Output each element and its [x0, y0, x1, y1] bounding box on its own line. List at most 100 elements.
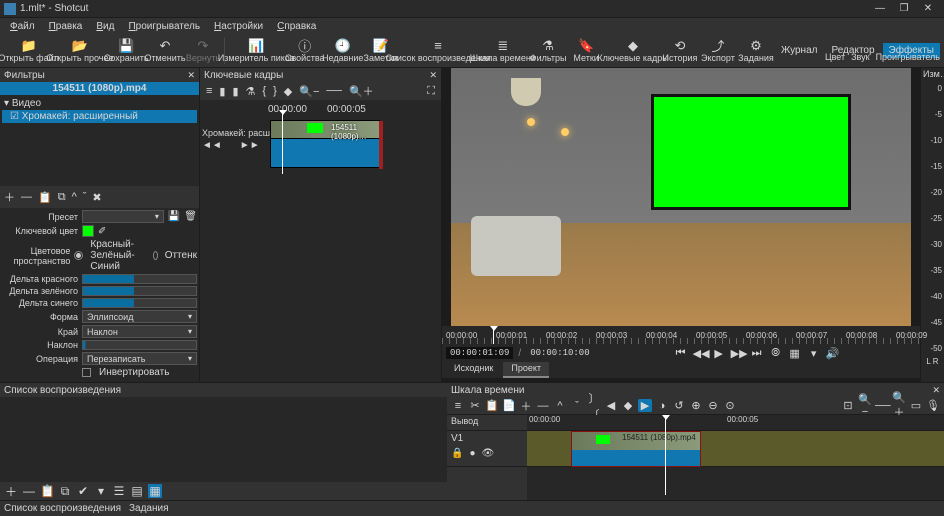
timeline-output-label[interactable]: Вывод: [447, 415, 527, 431]
tl-tool-12[interactable]: ◑: [655, 400, 669, 412]
filter-ctrl-1[interactable]: —: [21, 191, 32, 203]
timeline-clip[interactable]: 154511 (1080p).mp4: [571, 431, 701, 467]
toolbar-Недавние[interactable]: 🕘Недавние: [324, 37, 362, 64]
tl-tool-21[interactable]: ▭: [909, 399, 923, 412]
kf-fit-icon[interactable]: ⛶: [425, 85, 437, 98]
filter-ctrl-5[interactable]: ˇ: [83, 191, 87, 203]
filter-tree-leaf[interactable]: ☑ Хромакей: расширенный: [2, 110, 197, 123]
menu-Правка[interactable]: Правка: [43, 20, 89, 33]
tl-tool-14[interactable]: ⊕: [689, 399, 703, 412]
tl-tool-1[interactable]: ✂: [468, 399, 482, 412]
tl-tool-9[interactable]: ◀: [604, 399, 618, 412]
preview-tab-Проект[interactable]: Проект: [503, 362, 549, 378]
toolbar-Свойства[interactable]: ⓘСвойства: [286, 37, 324, 64]
tl-tool-11[interactable]: ▶: [638, 399, 652, 412]
tl-tool-3[interactable]: 📄: [502, 399, 516, 412]
kf-tool-2[interactable]: ▮: [230, 85, 240, 98]
delta-red-slider[interactable]: [82, 274, 197, 284]
toolbar-История[interactable]: ⟲История: [661, 37, 699, 64]
tl-tool-16[interactable]: ⊙: [723, 399, 737, 412]
playlist-btn-3[interactable]: ⧉: [58, 484, 72, 499]
playlist-btn-2[interactable]: 📋: [40, 484, 54, 498]
transport-btn-8[interactable]: 🔊: [826, 347, 840, 360]
tl-tool-10[interactable]: ◆: [621, 399, 635, 412]
preset-save-icon[interactable]: 💾: [168, 211, 180, 222]
track-mute-icon[interactable]: ●: [469, 448, 475, 459]
transport-btn-0[interactable]: ⏮: [674, 347, 688, 360]
layout-sub-Звук[interactable]: Звук: [851, 52, 869, 62]
kf-tool-4[interactable]: {: [260, 85, 268, 97]
kf-tool-8[interactable]: ──: [324, 85, 344, 97]
maximize-button[interactable]: ❐: [892, 3, 916, 14]
eyedropper-icon[interactable]: ✐: [98, 226, 106, 237]
toolbar-Измеритель пиков[interactable]: 📊Измеритель пиков: [227, 37, 286, 64]
tl-tool-15[interactable]: ⊖: [706, 399, 720, 412]
timeline-close-icon[interactable]: ✕: [932, 385, 940, 396]
keycolor-swatch[interactable]: [82, 225, 94, 237]
kf-next-button[interactable]: ►►: [240, 140, 260, 151]
filter-ctrl-0[interactable]: ＋: [4, 189, 15, 205]
kf-tool-1[interactable]: ▮: [217, 85, 227, 98]
playlist-btn-1[interactable]: —: [22, 484, 36, 498]
transport-btn-6[interactable]: ▦: [788, 347, 802, 360]
track-lock-icon[interactable]: 🔒: [451, 448, 463, 459]
filter-ctrl-2[interactable]: 📋: [38, 191, 52, 204]
tl-tool-6[interactable]: ^: [553, 400, 567, 412]
kf-prev-button[interactable]: ◄◄: [202, 140, 222, 151]
kf-tool-6[interactable]: ◆: [282, 85, 294, 98]
transport-btn-3[interactable]: ▶▶: [731, 347, 745, 360]
filter-ctrl-3[interactable]: ⧉: [58, 191, 66, 204]
toolbar-Шкала времени[interactable]: ≣Шкала времени: [476, 37, 529, 64]
layout-tab-Журнал[interactable]: Журнал: [775, 43, 824, 58]
timeline-track-header[interactable]: V1 🔒●👁: [447, 431, 527, 467]
shape-combo[interactable]: Эллипсоид: [82, 310, 197, 323]
tl-tool-17[interactable]: ⊡: [841, 399, 855, 412]
tilt-slider[interactable]: [82, 340, 197, 350]
filter-ctrl-4[interactable]: ^: [72, 191, 77, 203]
preset-delete-icon[interactable]: 🗑: [184, 211, 197, 222]
timecode-current[interactable]: 00:00:01:09: [446, 347, 513, 359]
kf-tool-5[interactable]: }: [271, 85, 279, 97]
playlist-btn-0[interactable]: ＋: [4, 483, 18, 500]
transport-btn-4[interactable]: ⏭: [750, 347, 764, 360]
operation-combo[interactable]: Перезаписать: [82, 352, 197, 365]
toolbar-Задания[interactable]: ⚙Задания: [737, 37, 775, 64]
menu-Вид[interactable]: Вид: [90, 20, 120, 33]
status-Список воспроизведения[interactable]: Список воспроизведения: [4, 503, 121, 514]
colorspace-hue-radio[interactable]: [153, 251, 158, 260]
kf-tool-3[interactable]: ⚗: [244, 85, 258, 98]
colorspace-rgb-radio[interactable]: [74, 251, 83, 260]
transport-btn-7[interactable]: ▾: [807, 347, 821, 360]
delta-green-slider[interactable]: [82, 286, 197, 296]
transport-btn-5[interactable]: ⦾: [769, 347, 783, 360]
preview-viewport[interactable]: [451, 68, 911, 326]
close-button[interactable]: ✕: [916, 3, 940, 14]
tl-tool-2[interactable]: 📋: [485, 399, 499, 412]
menu-Настройки[interactable]: Настройки: [208, 20, 269, 33]
kf-clip[interactable]: 154511 (1080p)…: [270, 120, 380, 168]
transport-btn-1[interactable]: ◀◀: [693, 347, 707, 360]
toolbar-Вернуть[interactable]: ↷Вернуть: [184, 37, 222, 64]
tl-tool-5[interactable]: —: [536, 400, 550, 412]
filter-tree-root[interactable]: ▾ Видео: [2, 97, 197, 110]
tl-tool-7[interactable]: ˇ: [570, 400, 584, 412]
toolbar-Ключевые кадры[interactable]: ◆Ключевые кадры: [605, 37, 661, 64]
preset-combo[interactable]: [82, 210, 164, 223]
kf-tool-9[interactable]: 🔍＋: [347, 83, 376, 99]
tl-tool-19[interactable]: ──: [875, 400, 889, 412]
timeline-playhead[interactable]: [665, 415, 666, 495]
track-visible-icon[interactable]: 👁: [482, 448, 495, 459]
tl-tool-13[interactable]: ↺: [672, 399, 686, 412]
menu-Файл[interactable]: Файл: [4, 20, 41, 33]
playlist-btn-7[interactable]: ▤: [130, 484, 144, 498]
filter-ctrl-6[interactable]: ✖: [92, 191, 101, 204]
tl-tool-4[interactable]: ＋: [519, 398, 533, 414]
menu-Проигрыватель[interactable]: Проигрыватель: [122, 20, 206, 33]
playlist-btn-8[interactable]: ▦: [148, 484, 162, 498]
toolbar-Сохранить[interactable]: 💾Сохранить: [107, 37, 146, 64]
minimize-button[interactable]: —: [868, 3, 892, 14]
preview-tab-Исходник[interactable]: Исходник: [446, 362, 501, 378]
status-Задания[interactable]: Задания: [129, 503, 169, 514]
tl-tool-22[interactable]: 🎙: [926, 399, 940, 412]
kf-playhead[interactable]: [282, 114, 283, 174]
